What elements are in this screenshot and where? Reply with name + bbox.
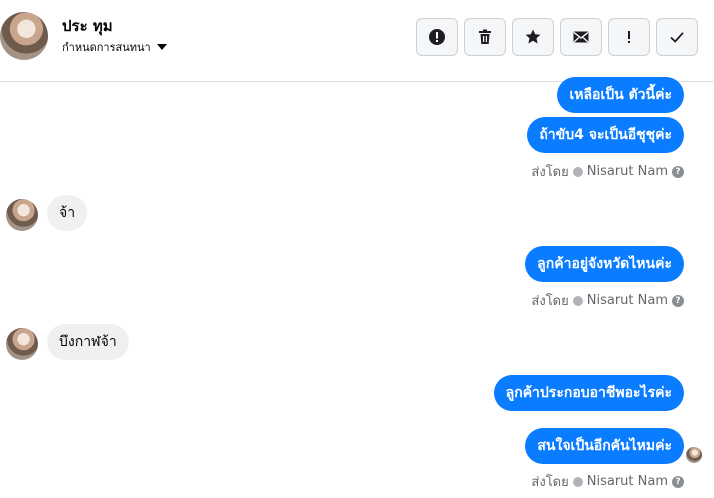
seen-receipt-avatar — [686, 447, 702, 463]
star-button[interactable] — [512, 18, 554, 56]
contact-avatar[interactable] — [0, 12, 48, 60]
report-button[interactable] — [416, 18, 458, 56]
exclamation-button[interactable] — [608, 18, 650, 56]
outgoing-message[interactable]: สนใจเป็นอีกคันไหมค่ะ — [525, 428, 684, 464]
verified-check-icon — [572, 166, 583, 177]
contact-avatar-small[interactable] — [6, 199, 38, 231]
sent-by-label: ส่งโดย Nisarut Nam ? — [531, 290, 684, 311]
sent-by-label: ส่งโดย Nisarut Nam ? — [531, 161, 684, 182]
exclamation-icon — [628, 31, 630, 43]
mail-button[interactable] — [560, 18, 602, 56]
conversation-settings-dropdown[interactable]: กำหนดการสนทนา — [62, 38, 167, 56]
outgoing-message[interactable]: ถ้าขับ4 จะเป็นอีชุชุค่ะ — [527, 117, 684, 153]
sent-by-prefix: ส่งโดย — [531, 165, 569, 180]
outgoing-message[interactable]: ลูกค้าอยู่จังหวัดไหนค่ะ — [525, 246, 684, 282]
delete-button[interactable] — [464, 18, 506, 56]
sent-by-prefix: ส่งโดย — [531, 294, 569, 309]
alert-circle-icon — [429, 29, 445, 45]
help-icon[interactable]: ? — [672, 165, 684, 178]
help-icon[interactable]: ? — [672, 294, 684, 307]
action-toolbar — [416, 18, 698, 56]
sender-name[interactable]: Nisarut Nam — [587, 164, 668, 179]
sent-by-prefix: ส่งโดย — [531, 475, 569, 490]
envelope-icon — [573, 31, 589, 43]
caret-down-icon — [156, 44, 167, 50]
incoming-message[interactable]: บึงกาฬจ้า — [47, 324, 129, 360]
conversation-settings-label: กำหนดการสนทนา — [62, 41, 151, 54]
message-thread[interactable]: เหลือเป็น ตัวนี้ค่ะ ถ้าขับ4 จะเป็นอีชุชุ… — [0, 77, 714, 498]
trash-icon — [479, 29, 491, 44]
sender-name[interactable]: Nisarut Nam — [587, 474, 668, 489]
contact-avatar-small[interactable] — [6, 328, 38, 360]
incoming-message[interactable]: จ้า — [47, 195, 88, 231]
verified-check-icon — [572, 295, 583, 306]
outgoing-message[interactable]: ลูกค้าประกอบอาชีพอะไรค่ะ — [493, 375, 684, 411]
done-button[interactable] — [656, 18, 698, 56]
sent-by-label: ส่งโดย Nisarut Nam ? — [531, 471, 684, 492]
verified-check-icon — [572, 476, 583, 487]
contact-name[interactable]: ประ ทุม — [62, 14, 113, 38]
outgoing-message[interactable]: เหลือเป็น ตัวนี้ค่ะ — [557, 77, 684, 113]
star-icon — [525, 29, 541, 44]
checkmark-icon — [670, 32, 684, 43]
sender-name[interactable]: Nisarut Nam — [587, 293, 668, 308]
conversation-header: ประ ทุม กำหนดการสนทนา — [0, 0, 714, 82]
help-icon[interactable]: ? — [672, 475, 684, 488]
